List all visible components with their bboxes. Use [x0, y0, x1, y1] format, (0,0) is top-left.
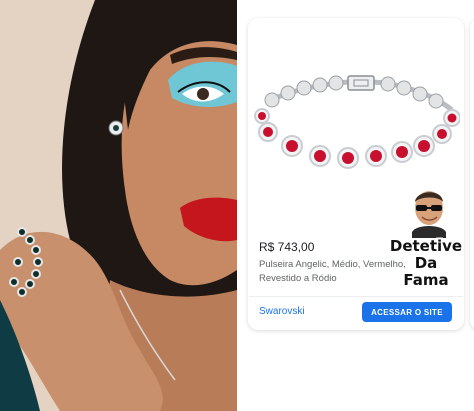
seller-link[interactable]: Swarovski: [259, 306, 305, 317]
visit-site-button[interactable]: ACESSAR O SITE: [362, 302, 452, 322]
watermark-line-1: Detetive: [389, 237, 463, 255]
portrait-photo: [0, 0, 237, 411]
woman-portrait-image: [0, 0, 237, 411]
ruby-bracelet-icon[interactable]: [252, 60, 461, 180]
watermark-line-2: Da: [414, 254, 438, 272]
card-divider: [249, 296, 463, 297]
detetive-da-fama-watermark: Detetive Da Fama: [380, 238, 472, 289]
watermark-line-3: Fama: [403, 271, 449, 289]
cartoon-avatar-icon: [406, 184, 452, 238]
product-price: R$ 743,00: [259, 240, 315, 254]
